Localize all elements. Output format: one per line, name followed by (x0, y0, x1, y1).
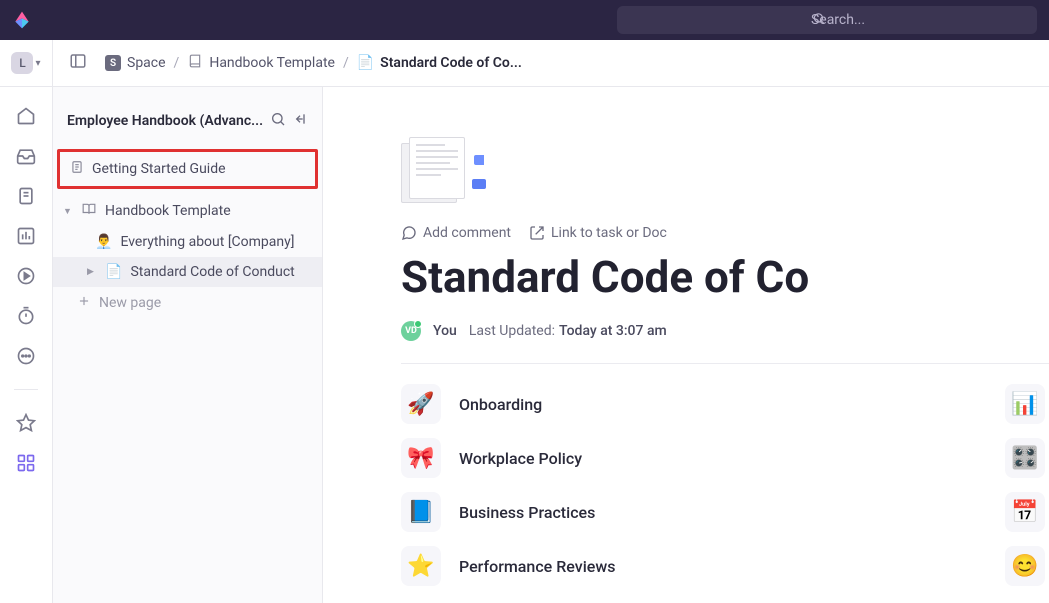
more-icon[interactable] (15, 345, 37, 367)
clips-icon[interactable] (15, 265, 37, 287)
add-comment-button[interactable]: Add comment (401, 225, 511, 241)
section-label: Onboarding (459, 395, 542, 414)
topbar (0, 0, 1049, 40)
sidebar-item-label: Getting Started Guide (92, 161, 226, 177)
doc-cover-icon[interactable] (401, 137, 481, 207)
space-icon: S (105, 55, 121, 71)
app-logo[interactable] (12, 10, 32, 30)
divider (401, 363, 1049, 364)
dashboards-icon[interactable] (15, 225, 37, 247)
search-input[interactable] (617, 6, 1037, 34)
star-icon: ⭐ (401, 546, 441, 586)
section-business[interactable]: 📘 Business Practices 📅 (401, 492, 1049, 532)
breadcrumb: S Space / Handbook Template / 📄 Standard… (91, 54, 522, 72)
section-reviews[interactable]: ⭐ Performance Reviews 😊 (401, 546, 1049, 586)
main-content: Add comment Link to task or Doc Standard… (323, 87, 1049, 603)
workspace-switcher[interactable]: L ▾ (0, 40, 53, 87)
breadcrumb-doc[interactable]: 📄 Standard Code of Co... (357, 55, 522, 71)
header-row: L ▾ S Space / Handbook Template / 📄 Stan… (0, 40, 1049, 87)
book-open-icon (81, 202, 97, 220)
company-emoji-icon: 👨‍💼 (95, 234, 112, 250)
add-comment-label: Add comment (423, 225, 511, 241)
sidebar-item-company[interactable]: 👨‍💼 Everything about [Company] (53, 227, 322, 257)
book-icon (187, 54, 203, 72)
sidebar-item-label: New page (99, 295, 161, 311)
sidebar-new-page[interactable]: New page (53, 287, 322, 319)
chevron-down-icon: ▾ (35, 58, 40, 69)
rail-divider (14, 389, 38, 390)
breadcrumb-doc-label: Standard Code of Co... (380, 55, 522, 71)
breadcrumb-space-label: Space (127, 55, 166, 71)
breadcrumb-separator: / (343, 55, 349, 71)
sidebar-collapse-icon[interactable] (292, 111, 308, 131)
section-workplace[interactable]: 🎀 Workplace Policy 🎛️ (401, 438, 1049, 478)
search-wrap (617, 6, 1037, 34)
doc-icon: 📄 (357, 55, 374, 71)
timer-icon[interactable] (15, 305, 37, 327)
sidebar-title: Employee Handbook (Advanc... (67, 113, 264, 129)
doc-actions: Add comment Link to task or Doc (401, 225, 1049, 241)
section-right-icon: 📅 (1005, 492, 1045, 532)
section-right-icon: 🎛️ (1005, 438, 1045, 478)
apps-icon[interactable] (15, 452, 37, 474)
doc-meta: VD You Last Updated: Today at 3:07 am (401, 321, 1049, 341)
sidebar-item-label: Handbook Template (105, 203, 231, 219)
plus-icon (77, 294, 91, 312)
section-label: Workplace Policy (459, 449, 582, 468)
section-right-icon: 😊 (1005, 546, 1045, 586)
sidebar-item-label: Everything about [Company] (120, 234, 294, 250)
author-avatar[interactable]: VD (401, 321, 421, 341)
rail-nav (0, 87, 53, 603)
search-icon (812, 11, 826, 30)
rocket-icon: 🚀 (401, 384, 441, 424)
home-icon[interactable] (15, 105, 37, 127)
panel-toggle-icon[interactable] (57, 52, 87, 74)
inbox-icon[interactable] (15, 145, 37, 167)
bow-icon: 🎀 (401, 438, 441, 478)
section-right-icon: 📊 (1005, 384, 1045, 424)
doc-icon: 📄 (105, 264, 122, 280)
caret-down-icon: ▼ (63, 206, 73, 217)
workspace-avatar: L (11, 52, 33, 74)
section-onboarding[interactable]: 🚀 Onboarding 📊 (401, 384, 1049, 424)
caret-right-icon: ▶ (87, 267, 97, 277)
docs-icon[interactable] (15, 185, 37, 207)
sidebar-item-conduct[interactable]: ▶ 📄 Standard Code of Conduct (53, 257, 322, 287)
favorites-icon[interactable] (15, 412, 37, 434)
page-icon (70, 160, 84, 178)
breadcrumb-space[interactable]: S Space (105, 55, 166, 71)
last-updated-label: Last Updated: (469, 323, 555, 339)
section-list: 🚀 Onboarding 📊 🎀 Workplace Policy 🎛️ 📘 B… (401, 384, 1049, 586)
breadcrumb-separator: / (174, 55, 180, 71)
link-task-label: Link to task or Doc (551, 225, 667, 241)
link-task-button[interactable]: Link to task or Doc (529, 225, 667, 241)
section-label: Business Practices (459, 503, 595, 522)
sidebar-item-handbook-template[interactable]: ▼ Handbook Template (53, 195, 322, 227)
sidebar-item-getting-started[interactable]: Getting Started Guide (57, 149, 318, 189)
sidebar-header: Employee Handbook (Advanc... (53, 111, 322, 131)
last-updated-time: Today at 3:07 am (559, 323, 667, 339)
sidebar-search-icon[interactable] (270, 111, 286, 131)
sidebar: Employee Handbook (Advanc... Getting Sta… (53, 87, 323, 603)
section-label: Performance Reviews (459, 557, 615, 576)
sidebar-item-label: Standard Code of Conduct (130, 264, 294, 280)
author-name: You (433, 323, 457, 339)
doc-title[interactable]: Standard Code of Co (401, 251, 1049, 303)
breadcrumb-template[interactable]: Handbook Template (187, 54, 335, 72)
breadcrumb-template-label: Handbook Template (209, 55, 335, 71)
book-icon: 📘 (401, 492, 441, 532)
